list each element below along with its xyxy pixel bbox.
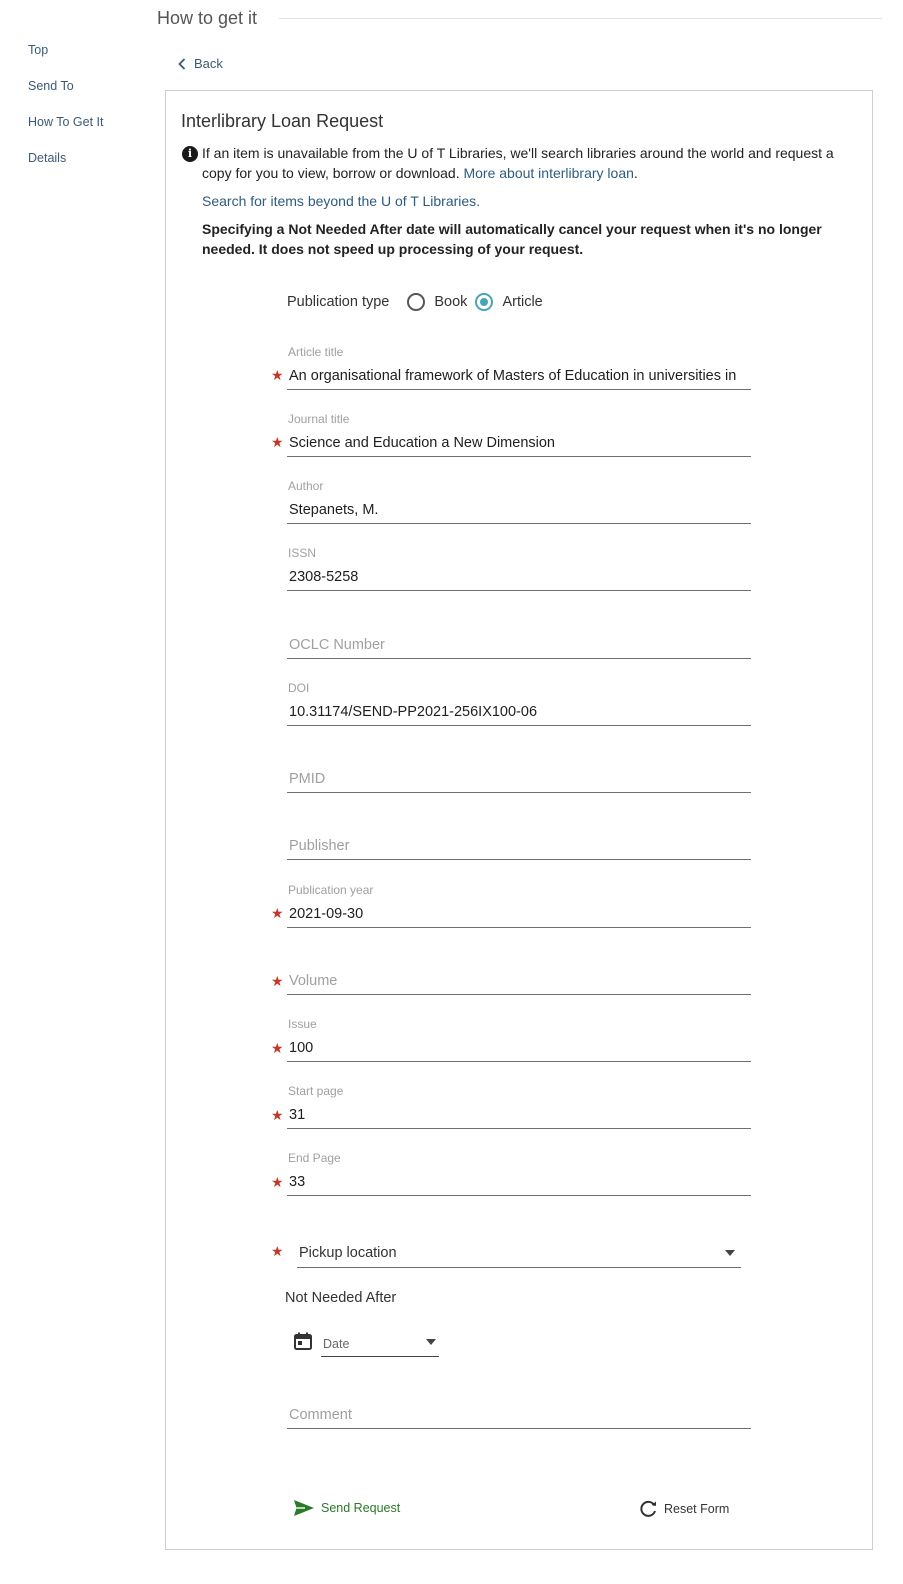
required-marker: ★ — [271, 1107, 284, 1123]
publication-type: Publication type Book Article — [287, 293, 551, 311]
chevron-down-icon — [725, 1250, 735, 1256]
not-needed-warning: Specifying a Not Needed After date will … — [202, 221, 822, 257]
chevron-left-icon — [178, 57, 186, 70]
volume-field[interactable]: Volume — [287, 972, 751, 995]
article-title-field[interactable]: Article title An organisational framewor… — [287, 345, 751, 390]
date-placeholder: Date — [323, 1337, 350, 1351]
issn-value: 2308-5258 — [289, 569, 359, 585]
issue-field[interactable]: Issue 100 — [287, 1017, 751, 1062]
start-page-value: 31 — [289, 1107, 306, 1123]
section-title: How to get it — [157, 8, 258, 28]
pickup-location-value: Pickup location — [299, 1245, 397, 1261]
required-marker: ★ — [271, 973, 284, 989]
required-marker: ★ — [271, 905, 284, 921]
publisher-field[interactable]: Publisher — [287, 837, 751, 860]
nav-how-to-get-it[interactable]: How To Get It — [28, 114, 104, 150]
nav-details[interactable]: Details — [28, 150, 104, 186]
oclc-placeholder: OCLC Number — [289, 637, 385, 653]
doi-field[interactable]: DOI 10.31174/SEND-PP2021-256IX100-06 — [287, 681, 751, 726]
issue-label: Issue — [288, 1017, 317, 1031]
radio-book[interactable]: Book — [407, 293, 467, 311]
side-navigation: Top Send To How To Get It Details — [28, 42, 104, 186]
start-page-field[interactable]: Start page 31 — [287, 1084, 751, 1129]
send-icon — [294, 1500, 314, 1516]
author-label: Author — [288, 479, 324, 493]
section-divider — [279, 18, 882, 19]
end-page-label: End Page — [288, 1151, 341, 1165]
radio-circle-book — [407, 293, 426, 311]
required-marker: ★ — [271, 434, 284, 450]
publication-type-label: Publication type — [287, 294, 390, 310]
required-marker: ★ — [271, 1040, 284, 1056]
back-button[interactable]: Back — [178, 56, 223, 71]
comment-placeholder: Comment — [289, 1407, 352, 1423]
date-picker-input[interactable]: Date — [321, 1331, 439, 1357]
radio-article[interactable]: Article — [475, 293, 543, 311]
end-page-value: 33 — [289, 1174, 306, 1190]
refresh-icon — [640, 1500, 656, 1517]
chevron-down-icon — [426, 1339, 436, 1345]
beyond-search: Search for items beyond the U of T Libra… — [202, 193, 481, 209]
calendar-icon[interactable] — [294, 1332, 312, 1350]
beyond-search-link[interactable]: Search for items beyond the U of T Libra… — [202, 193, 476, 209]
article-title-value: An organisational framework of Masters o… — [289, 368, 737, 384]
publication-year-value: 2021-09-30 — [289, 906, 364, 922]
info-text: If an item is unavailable from the U of … — [202, 145, 834, 181]
publication-year-field[interactable]: Publication year 2021-09-30 — [287, 883, 751, 928]
comment-field[interactable]: Comment — [287, 1406, 751, 1429]
required-marker: ★ — [271, 367, 284, 383]
publication-year-label: Publication year — [288, 883, 374, 897]
required-marker: ★ — [271, 1243, 284, 1259]
panel-title: Interlibrary Loan Request — [181, 111, 384, 131]
nav-top[interactable]: Top — [28, 42, 104, 78]
send-request-button[interactable]: Send Request — [293, 1499, 400, 1517]
ill-request-panel: Interlibrary Loan Request i If an item i… — [165, 90, 873, 1550]
reset-form-label: Reset Form — [664, 1502, 730, 1516]
author-value: Stepanets, M. — [289, 502, 379, 518]
radio-article-label: Article — [502, 294, 543, 310]
journal-title-field[interactable]: Journal title Science and Education a Ne… — [287, 412, 751, 457]
radio-circle-article — [475, 293, 494, 311]
issn-field[interactable]: ISSN 2308-5258 — [287, 546, 751, 591]
oclc-field[interactable]: OCLC Number — [287, 636, 751, 659]
back-label: Back — [194, 56, 223, 71]
required-marker: ★ — [271, 1174, 284, 1190]
doi-label: DOI — [288, 681, 310, 695]
ill-info-link[interactable]: More about interlibrary loan — [463, 165, 633, 181]
pmid-placeholder: PMID — [289, 771, 326, 787]
issue-value: 100 — [289, 1040, 314, 1056]
article-title-label: Article title — [288, 345, 344, 359]
end-page-field[interactable]: End Page 33 — [287, 1151, 751, 1196]
not-needed-after-label: Not Needed After — [285, 1290, 397, 1306]
nav-send-to[interactable]: Send To — [28, 78, 104, 114]
radio-book-label: Book — [434, 294, 468, 310]
doi-value: 10.31174/SEND-PP2021-256IX100-06 — [289, 704, 538, 720]
journal-title-value: Science and Education a New Dimension — [289, 435, 555, 451]
send-request-label: Send Request — [321, 1501, 401, 1515]
author-field[interactable]: Author Stepanets, M. — [287, 479, 751, 524]
pmid-field[interactable]: PMID — [287, 770, 751, 793]
reset-form-button[interactable]: Reset Form — [639, 1500, 729, 1518]
start-page-label: Start page — [288, 1084, 344, 1098]
volume-placeholder: Volume — [289, 973, 338, 989]
pickup-location-select[interactable]: Pickup location — [297, 1241, 741, 1268]
issn-label: ISSN — [288, 546, 317, 560]
info-icon: i — [182, 146, 198, 162]
journal-title-label: Journal title — [288, 412, 350, 426]
publisher-placeholder: Publisher — [289, 838, 350, 854]
